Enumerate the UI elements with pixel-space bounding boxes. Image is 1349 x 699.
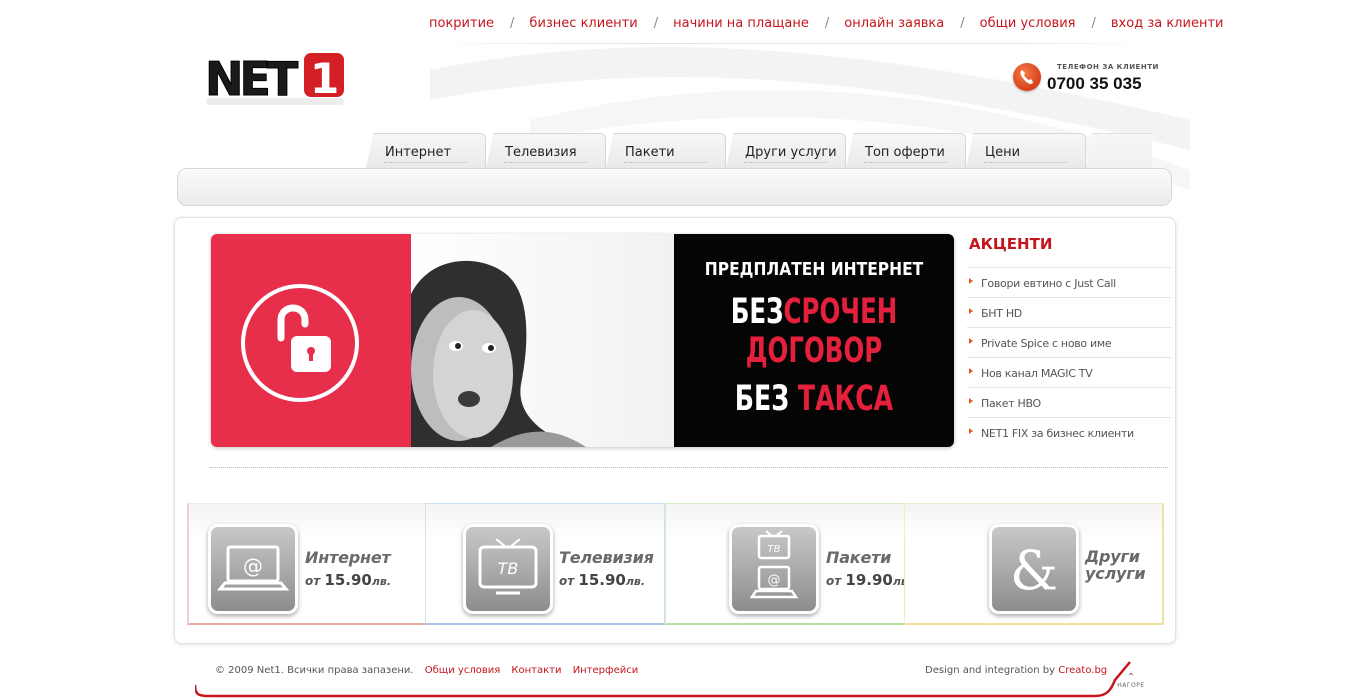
svg-text:1: 1 <box>310 54 339 103</box>
svg-text:&: & <box>1010 539 1058 602</box>
design-text: Design and integration by <box>925 665 1056 676</box>
tv-icon: TB <box>463 524 553 614</box>
link-separator: / <box>960 16 965 31</box>
svg-text:@: @ <box>768 573 781 588</box>
accent-link[interactable]: NET1 FIX за бизнес клиенти <box>981 427 1134 440</box>
accent-link[interactable]: Private Spice с ново име <box>981 337 1112 350</box>
service-television[interactable]: TB Телевизия от 15.90лв. <box>425 503 665 625</box>
top-link-client-login[interactable]: вход за клиенти <box>1111 16 1224 32</box>
sub-navigation-bar <box>177 168 1172 206</box>
top-link-business[interactable]: бизнес клиенти <box>529 16 637 32</box>
ampersand-icon: & <box>989 524 1079 614</box>
tab-label: Телевизия <box>505 145 577 160</box>
banner-text-block: ПРЕДПЛАТЕН ИНТЕРНЕТ БЕЗСРОЧЕН ДОГОВОР БЕ… <box>674 234 954 447</box>
service-title: Интернет <box>305 548 391 567</box>
banner-line-4: БЕЗ ТАКСА <box>734 379 894 419</box>
arrow-icon <box>969 368 973 374</box>
svg-text:@: @ <box>243 554 263 578</box>
services-row: @ Интернет от 15.90лв. TB Телевизия от 1… <box>187 503 1164 625</box>
banner-line-3: ДОГОВОР <box>745 331 883 371</box>
tab-label: Цени <box>985 145 1021 160</box>
tab-filler <box>1086 133 1152 169</box>
customer-phone: ТЕЛЕФОН ЗА КЛИЕНТИ 0700 35 035 <box>1013 62 1158 96</box>
link-separator: / <box>653 16 659 31</box>
top-link-terms[interactable]: общи условия <box>980 16 1076 32</box>
phone-label: ТЕЛЕФОН ЗА КЛИЕНТИ <box>1057 63 1159 71</box>
laptop-icon: @ <box>208 524 298 614</box>
accent-link[interactable]: Нов канал MAGIC TV <box>981 367 1093 380</box>
banner-woman-photo <box>411 234 674 447</box>
top-link-online-request[interactable]: онлайн заявка <box>844 16 944 32</box>
tab-top-offers[interactable]: Топ оферти <box>846 133 966 169</box>
service-packages[interactable]: TB @ Пакети от 19.90лв. <box>665 503 912 625</box>
footer-link-contacts[interactable]: Контакти <box>511 665 561 676</box>
service-other[interactable]: & Други услуги <box>904 503 1164 625</box>
accent-link[interactable]: Пакет HBO <box>981 397 1041 410</box>
link-separator: / <box>1091 16 1096 31</box>
accent-item[interactable]: Нов канал MAGIC TV <box>967 357 1171 387</box>
accents-title: АКЦЕНТИ <box>969 235 1053 253</box>
phone-icon <box>1013 63 1041 91</box>
unlocked-padlock-icon <box>241 284 359 402</box>
service-title: Пакети <box>826 548 892 567</box>
tab-prices[interactable]: Цени <box>966 133 1086 169</box>
accent-link[interactable]: БНТ HD <box>981 307 1022 320</box>
accent-item[interactable]: Говори евтино с Just Call <box>967 267 1171 297</box>
arrow-icon <box>969 398 973 404</box>
banner-line-2: БЕЗСРОЧЕН <box>730 292 898 332</box>
tv-laptop-icon: TB @ <box>729 524 819 614</box>
footer-link-interfaces[interactable]: Интерфейси <box>573 665 639 676</box>
top-link-coverage[interactable]: покритие <box>429 16 494 32</box>
top-link-payment-methods[interactable]: начини на плащане <box>673 16 809 32</box>
tab-label: Интернет <box>385 145 452 160</box>
link-separator: / <box>824 16 830 31</box>
arrow-icon <box>969 278 973 284</box>
top-links: покритие / бизнес клиенти / начини на пл… <box>429 16 1223 32</box>
arrow-icon <box>969 338 973 344</box>
svg-text:TB: TB <box>498 559 519 578</box>
accent-item[interactable]: Пакет HBO <box>967 387 1171 417</box>
tab-label: Пакети <box>625 145 675 160</box>
banner-headline: ПРЕДПЛАТЕН ИНТЕРНЕТ <box>704 259 924 280</box>
creato-link[interactable]: Creato.bg <box>1058 665 1107 676</box>
arrow-icon <box>969 308 973 314</box>
service-title: Други услуги <box>1085 547 1146 583</box>
tab-other-services[interactable]: Други услуги <box>726 133 846 169</box>
design-credit: Design and integration by Creato.bg <box>925 665 1107 676</box>
service-internet[interactable]: @ Интернет от 15.90лв. <box>187 503 427 625</box>
tab-internet[interactable]: Интернет <box>366 133 486 169</box>
footer-link-terms[interactable]: Общи условия <box>425 665 500 676</box>
service-price: от 19.90лв. <box>826 571 913 589</box>
back-to-top-button[interactable]: ⌃ НАГОРЕ <box>1113 672 1149 694</box>
link-separator: / <box>510 16 515 31</box>
tab-packages[interactable]: Пакети <box>606 133 726 169</box>
accent-link[interactable]: Говори евтино с Just Call <box>981 277 1116 290</box>
svg-text:NET: NET <box>205 52 299 106</box>
accent-item[interactable]: Private Spice с ново име <box>967 327 1171 357</box>
dotted-divider <box>210 467 1168 468</box>
service-price: от 15.90лв. <box>559 571 646 589</box>
accent-item[interactable]: NET1 FIX за бизнес клиенти <box>967 417 1171 447</box>
service-title: Телевизия <box>559 548 654 567</box>
tab-television[interactable]: Телевизия <box>486 133 606 169</box>
back-to-top-label: НАГОРЕ <box>1117 682 1145 689</box>
phone-number[interactable]: 0700 35 035 <box>1047 74 1142 94</box>
banner-red-block <box>211 234 411 447</box>
service-price: от 15.90лв. <box>305 571 392 589</box>
chevron-up-icon: ⌃ <box>1126 672 1136 683</box>
copyright-text: © 2009 Net1. Всички права запазени. <box>215 665 414 676</box>
top-divider <box>430 43 1150 44</box>
promo-banner[interactable]: ПРЕДПЛАТЕН ИНТЕРНЕТ БЕЗСРОЧЕН ДОГОВОР БЕ… <box>211 234 954 447</box>
svg-text:TB: TB <box>768 544 781 555</box>
tab-label: Топ оферти <box>865 145 945 160</box>
tab-label: Други услуги <box>745 145 837 160</box>
accent-item[interactable]: БНТ HD <box>967 297 1171 327</box>
main-nav: Интернет Телевизия Пакети Други услуги Т… <box>366 133 1086 169</box>
accents-list: Говори евтино с Just Call БНТ HD Private… <box>967 267 1171 447</box>
footer-left: © 2009 Net1. Всички права запазени. Общи… <box>215 665 638 676</box>
arrow-icon <box>969 428 973 434</box>
net1-logo[interactable]: NET 1 <box>204 51 346 107</box>
